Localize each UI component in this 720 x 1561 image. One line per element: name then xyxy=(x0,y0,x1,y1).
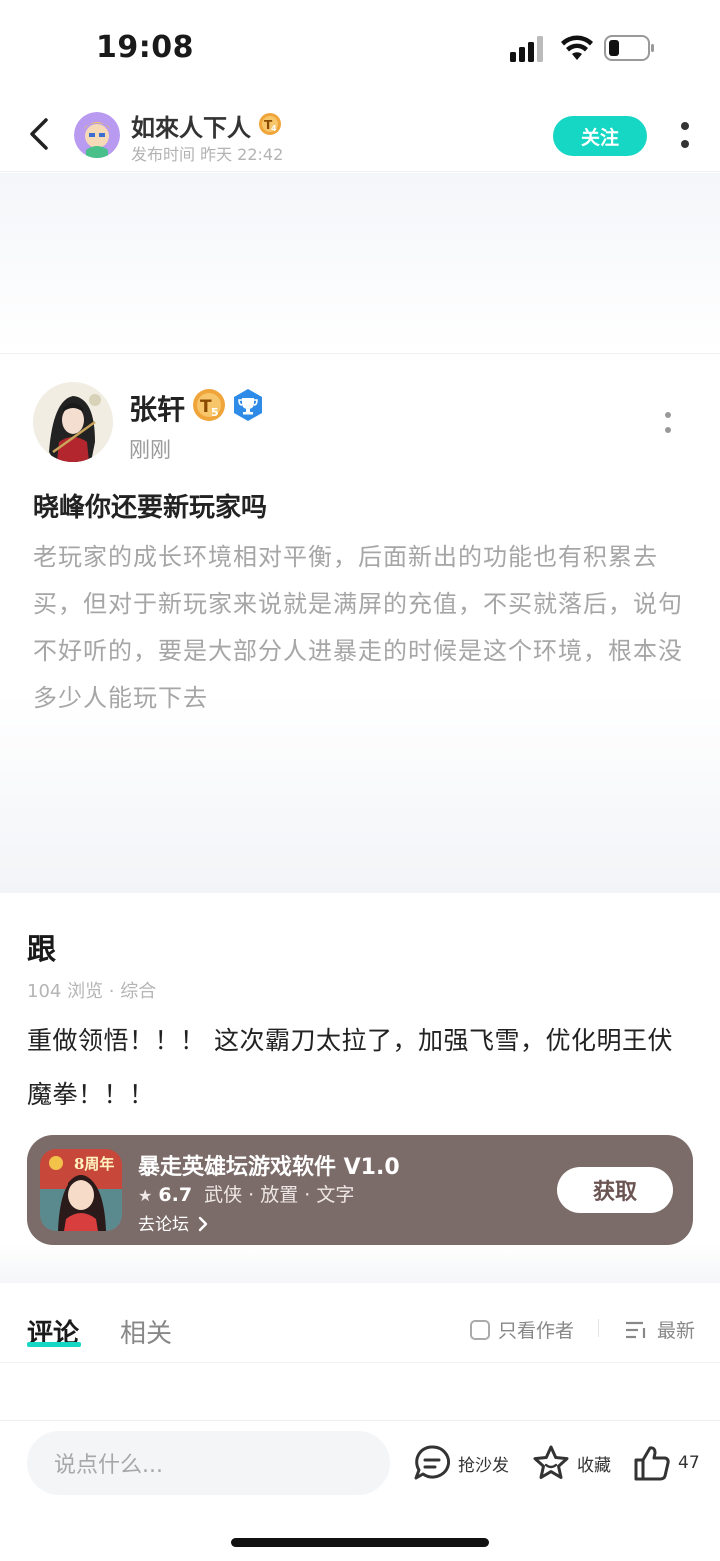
comment-input[interactable]: 说点什么... xyxy=(27,1431,390,1495)
post-title: 跟 xyxy=(27,932,57,966)
game-app-tags: 武侠 · 放置 · 文字 xyxy=(204,1184,355,1206)
home-indicator[interactable] xyxy=(231,1538,489,1547)
game-app-icon-label: 8周年 xyxy=(74,1155,115,1173)
like-count: 47 xyxy=(678,1453,700,1473)
quoted-post-title: 晓峰你还要新玩家吗 xyxy=(33,493,268,523)
wifi-icon xyxy=(561,35,593,60)
game-app-icon: 8周年 xyxy=(40,1149,122,1231)
quoted-post-body: 老玩家的成长环境相对平衡，后面新出的功能也有积累去买，但对于新玩家来说就是满屏的… xyxy=(33,543,683,712)
quoted-more-options-icon[interactable] xyxy=(662,412,674,434)
thumbs-up-icon xyxy=(634,1446,670,1481)
svg-text:4: 4 xyxy=(271,124,277,133)
first-comment-label: 抢沙发 xyxy=(458,1455,509,1476)
quoted-post-card[interactable]: 张轩 T 5 刚刚 晓峰你还要新玩家吗 老玩家的成长环境相对平衡，后面新出的功能… xyxy=(0,173,720,893)
post-header: 如來人下人 T 4 发布时间 昨天 22:42 关注 xyxy=(0,96,720,172)
bottom-action-bar: 说点什么... 抢沙发 收藏 47 xyxy=(0,1420,720,1561)
favorite-label: 收藏 xyxy=(577,1455,611,1476)
author-name[interactable]: 如來人下人 xyxy=(131,108,251,143)
status-bar: 19:08 xyxy=(0,0,720,96)
battery-icon xyxy=(604,35,654,61)
divider xyxy=(598,1319,599,1337)
sort-icon xyxy=(626,1321,646,1338)
more-options-icon[interactable] xyxy=(676,118,694,152)
go-to-forum-link[interactable]: 去论坛 xyxy=(138,1210,209,1235)
post-body: 重做领悟！！！ 这次霸刀太拉了，加强飞雪，优化明王伏魔拳！！！ xyxy=(27,1026,673,1109)
star-outline-icon xyxy=(533,1445,569,1479)
favorite-button[interactable]: 收藏 xyxy=(531,1441,611,1485)
svg-text:5: 5 xyxy=(211,406,219,419)
author-avatar[interactable] xyxy=(74,112,120,158)
trophy-badge-icon xyxy=(234,389,262,421)
section-divider xyxy=(0,1245,720,1283)
quoted-post-content: 张轩 T 5 刚刚 晓峰你还要新玩家吗 老玩家的成长环境相对平衡，后面新出的功能… xyxy=(0,353,720,893)
star-icon: ★ xyxy=(138,1186,153,1205)
only-author-checkbox[interactable] xyxy=(470,1319,490,1340)
tab-related[interactable]: 相关 xyxy=(120,1313,172,1350)
go-to-forum-label: 去论坛 xyxy=(138,1215,189,1235)
back-arrow-icon[interactable] xyxy=(24,114,56,154)
status-time: 19:08 xyxy=(96,30,194,65)
game-app-name: 暴走英雄坛游戏软件 V1.0 xyxy=(138,1155,400,1180)
level-badge-icon: T 4 xyxy=(259,113,281,135)
comment-bubble-icon xyxy=(414,1445,451,1480)
cellular-signal-icon xyxy=(510,36,543,62)
chevron-right-icon xyxy=(199,1216,208,1232)
active-tab-indicator xyxy=(27,1342,81,1347)
game-app-rating: ★ 6.7 武侠 · 放置 · 文字 xyxy=(138,1180,354,1207)
get-app-button[interactable]: 获取 xyxy=(557,1167,673,1213)
rating-score: 6.7 xyxy=(158,1184,193,1206)
first-comment-button[interactable]: 抢沙发 xyxy=(412,1441,509,1485)
sort-toggle[interactable]: 最新 xyxy=(625,1316,695,1343)
comment-tabs: 评论 相关 只看作者 最新 xyxy=(0,1283,720,1363)
game-app-card[interactable]: 8周年 暴走英雄坛游戏软件 V1.0 ★ 6.7 武侠 · 放置 · 文字 去论… xyxy=(27,1135,693,1245)
only-author-toggle[interactable]: 只看作者 xyxy=(470,1316,574,1343)
only-author-label: 只看作者 xyxy=(498,1320,575,1342)
like-button[interactable]: 47 xyxy=(632,1441,700,1485)
quoted-author-avatar[interactable] xyxy=(33,382,113,462)
post-meta: 104 浏览 · 综合 xyxy=(27,981,157,1002)
quoted-post-time: 刚刚 xyxy=(129,438,171,462)
quoted-author-name[interactable]: 张轩 xyxy=(129,388,185,428)
sort-label: 最新 xyxy=(657,1320,696,1342)
level-badge-icon: T 5 xyxy=(193,389,225,421)
publish-time: 发布时间 昨天 22:42 xyxy=(131,145,284,164)
follow-button[interactable]: 关注 xyxy=(553,116,647,156)
